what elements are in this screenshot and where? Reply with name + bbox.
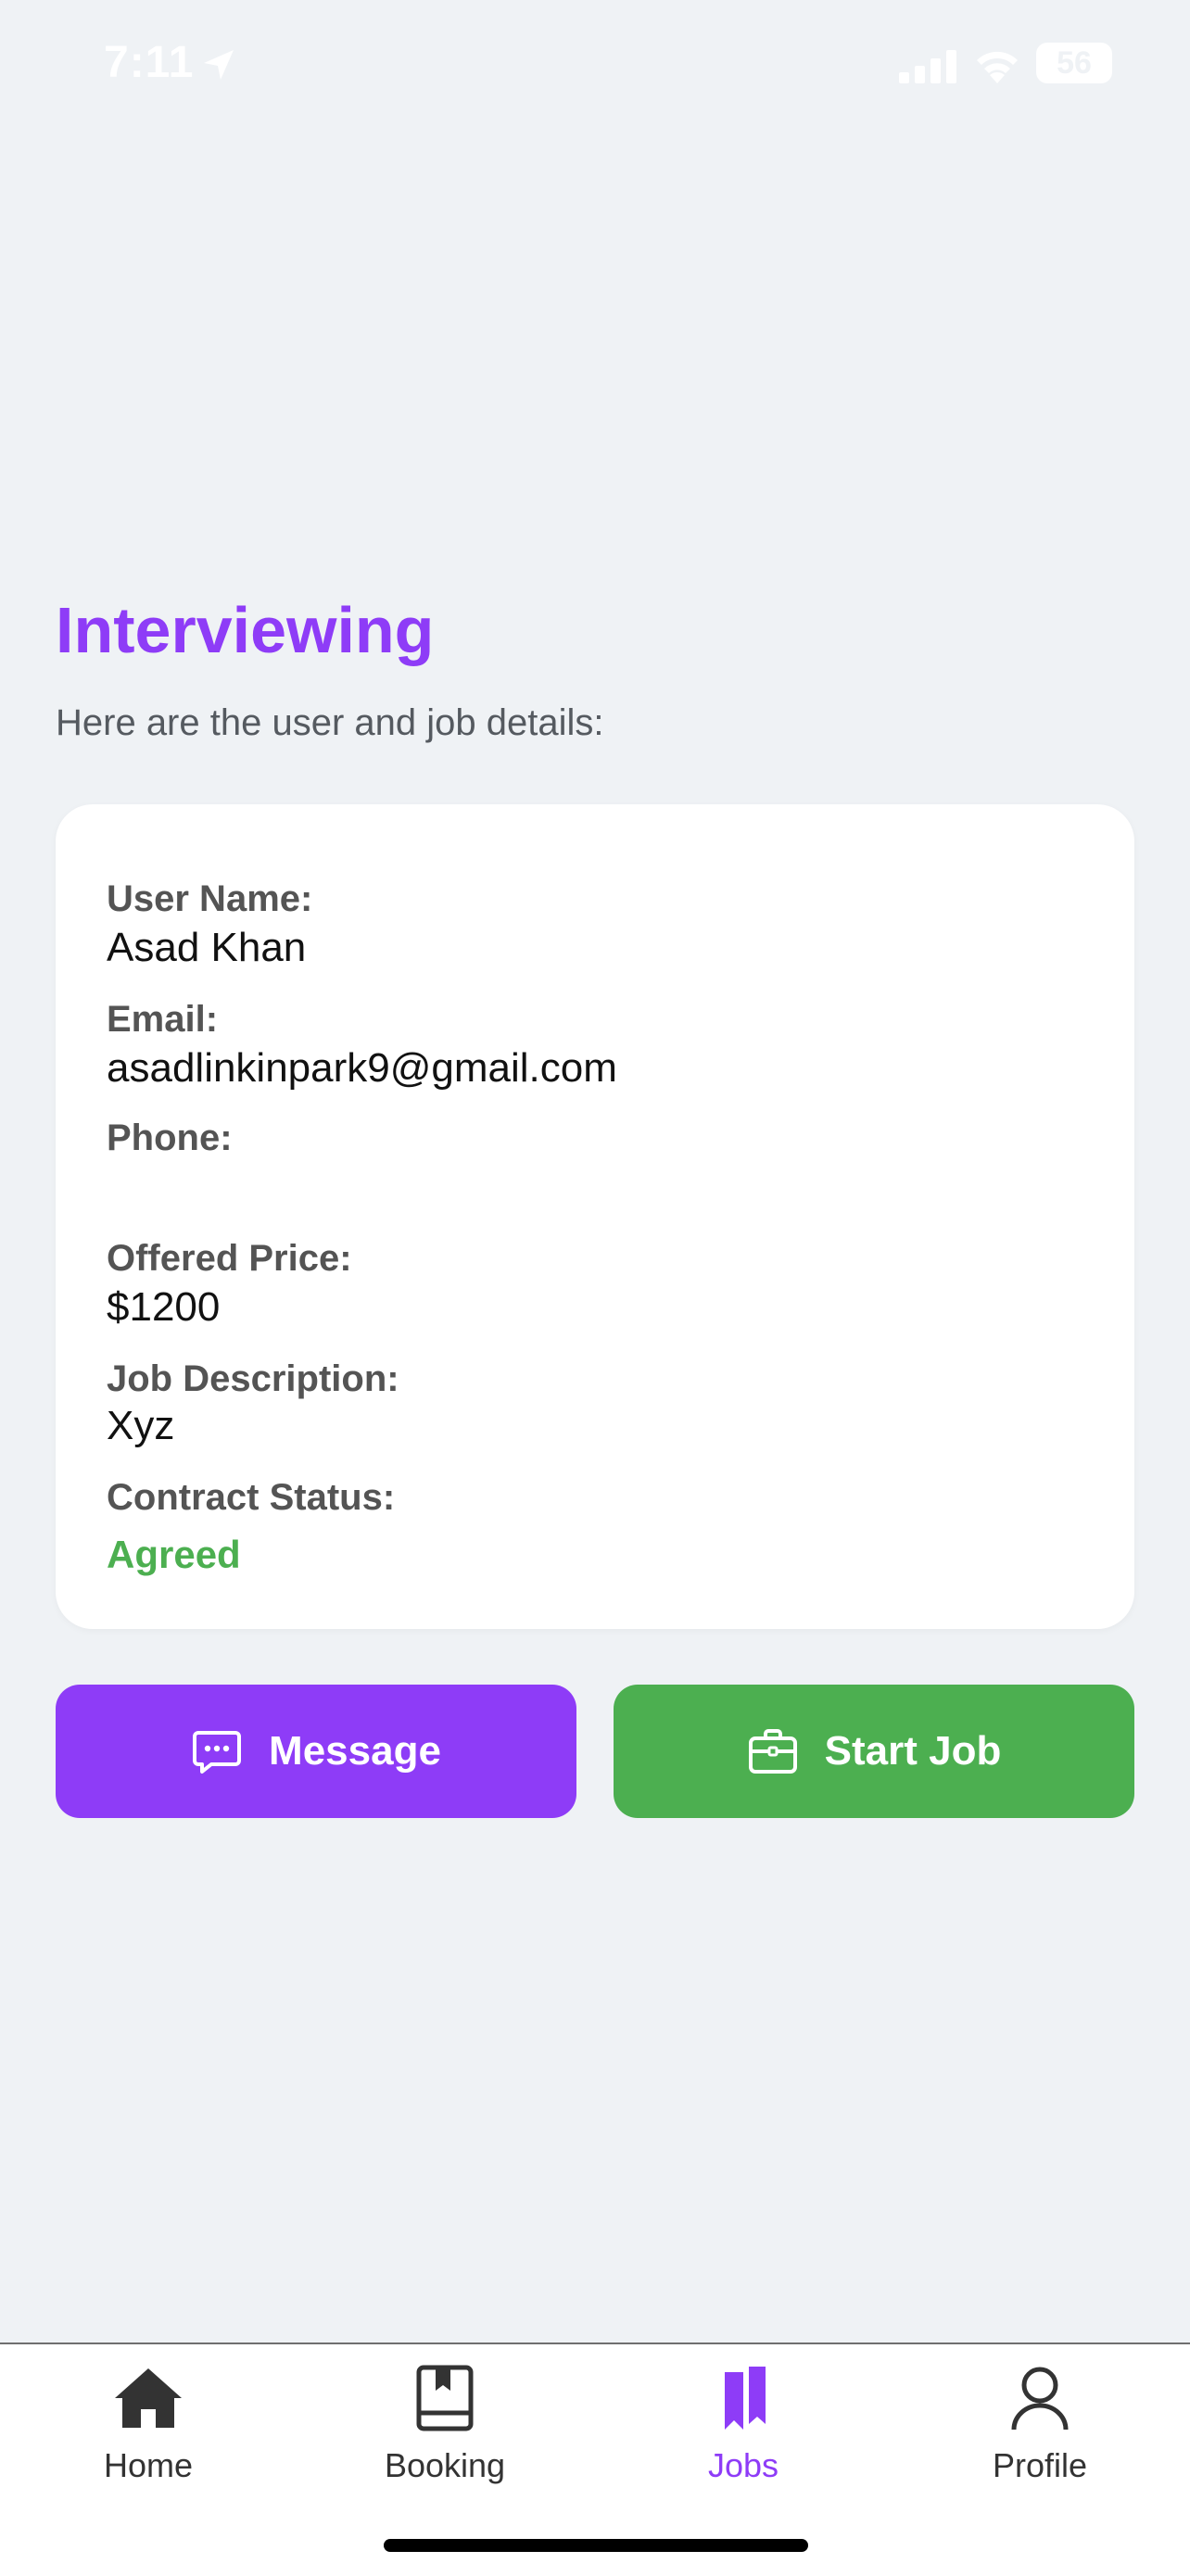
bookmarks-icon [725, 2367, 766, 2430]
page-subtitle: Here are the user and job details: [56, 702, 604, 743]
tab-home-label: Home [103, 2446, 194, 2484]
user-name-label: User Name: [107, 878, 313, 919]
start-job-button[interactable]: Start Job [614, 1685, 1134, 1818]
tab-jobs[interactable]: Jobs [641, 2363, 845, 2502]
contract-status-label: Contract Status: [107, 1477, 396, 1518]
home-icon [115, 2368, 182, 2428]
location-arrow-icon [204, 50, 234, 80]
wifi-icon [977, 51, 1018, 83]
tab-home[interactable]: Home [46, 2363, 250, 2502]
email-value: asadlinkinpark9@gmail.com [107, 1045, 617, 1091]
email-label: Email: [107, 999, 219, 1040]
job-description-value: Xyz [107, 1403, 175, 1448]
chat-bubble-icon [193, 1731, 242, 1774]
status-time: 7:11 [104, 38, 195, 87]
tab-booking[interactable]: Booking [343, 2363, 547, 2502]
cellular-signal-icon [899, 50, 956, 83]
message-button-label: Message [269, 1728, 441, 1774]
start-job-button-label: Start Job [824, 1728, 1002, 1774]
page-title: Interviewing [56, 594, 435, 666]
briefcase-icon [748, 1729, 797, 1774]
job-description-label: Job Description: [107, 1358, 399, 1399]
details-card: User Name: Asad Khan Email: asadlinkinpa… [56, 804, 1134, 1629]
book-icon [416, 2365, 474, 2431]
person-icon [1011, 2367, 1069, 2431]
offered-price-value: $1200 [107, 1284, 221, 1330]
tab-jobs-label: Jobs [707, 2446, 779, 2484]
user-name-value: Asad Khan [107, 925, 307, 970]
message-button[interactable]: Message [56, 1685, 576, 1818]
tab-booking-label: Booking [384, 2446, 506, 2484]
tab-profile-label: Profile [992, 2446, 1088, 2484]
battery-level: 56 [1057, 44, 1092, 81]
tab-profile[interactable]: Profile [938, 2363, 1142, 2502]
home-indicator [384, 2539, 808, 2552]
contract-status-value: Agreed [107, 1533, 241, 1576]
battery-icon: 56 [1036, 43, 1112, 83]
offered-price-label: Offered Price: [107, 1238, 352, 1279]
phone-label: Phone: [107, 1118, 233, 1158]
status-bar: 7:11 56 [0, 0, 1190, 130]
